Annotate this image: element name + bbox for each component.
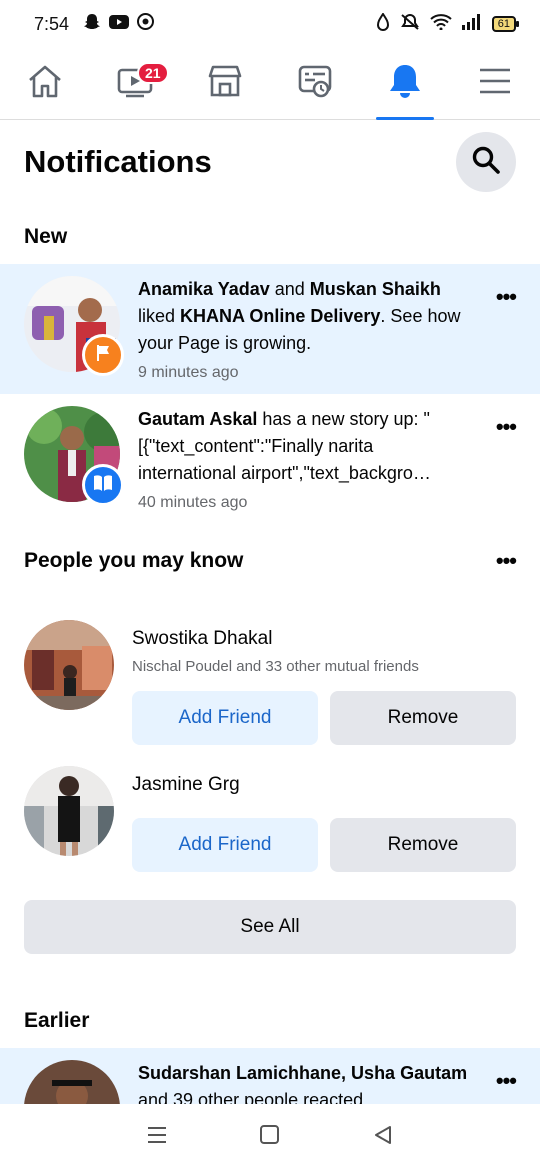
notification-item[interactable]: Gautam Askal has a new story up: "[{"tex… xyxy=(0,394,540,524)
notification-item[interactable]: Anamika Yadav and Muskan Shaikh liked KH… xyxy=(0,264,540,394)
avatar[interactable] xyxy=(24,620,114,710)
recent-apps-icon[interactable] xyxy=(146,1125,168,1150)
page-header: Notifications xyxy=(0,122,540,202)
notification-avatar-wrap xyxy=(24,276,124,376)
back-icon[interactable] xyxy=(372,1124,394,1151)
see-all-button[interactable]: See All xyxy=(24,900,516,954)
tab-notifications[interactable] xyxy=(360,48,450,120)
tab-home[interactable] xyxy=(0,48,90,119)
chrome-icon xyxy=(137,13,155,35)
notification-time: 40 minutes ago xyxy=(138,494,248,511)
add-friend-button[interactable]: Add Friend xyxy=(132,691,318,745)
suggestion-info: Swostika Dhakal Nischal Poudel and 33 ot… xyxy=(132,620,516,745)
flag-badge xyxy=(82,334,124,376)
mutual-friends: Nischal Poudel and 33 other mutual frien… xyxy=(132,658,419,675)
avatar xyxy=(24,1060,120,1104)
search-button[interactable] xyxy=(456,132,516,192)
flag-icon xyxy=(93,343,113,368)
section-title-new: New xyxy=(24,225,68,248)
menu-icon xyxy=(475,61,515,106)
top-nav: 21 xyxy=(0,48,540,120)
suggestion-actions: Add Friend Remove xyxy=(132,818,516,872)
status-bar: 7:54 61 xyxy=(0,0,540,48)
add-friend-button[interactable]: Add Friend xyxy=(132,818,318,872)
more-options-icon[interactable]: ••• xyxy=(496,414,517,440)
feeds-icon xyxy=(295,61,335,106)
story-badge xyxy=(82,464,124,506)
data-saver-icon xyxy=(376,11,390,36)
system-nav-bar xyxy=(0,1104,540,1170)
youtube-icon xyxy=(109,14,130,35)
notification-text: Anamika Yadav and Muskan Shaikh liked KH… xyxy=(138,276,468,382)
mute-icon xyxy=(400,13,420,36)
friend-suggestion: Swostika Dhakal Nischal Poudel and 33 ot… xyxy=(24,620,516,745)
tab-feeds[interactable] xyxy=(270,48,360,119)
more-options-icon[interactable]: ••• xyxy=(496,284,517,310)
suggestion-name[interactable]: Swostika Dhakal xyxy=(132,628,516,650)
snapchat-icon xyxy=(83,13,101,36)
notification-item[interactable]: Sudarshan Lamichhane, Usha Gautam and 39… xyxy=(0,1048,540,1104)
section-title-pymk: People you may know xyxy=(24,549,244,572)
friend-suggestion: Jasmine Grg Add Friend Remove xyxy=(24,766,516,872)
notification-time: 9 minutes ago xyxy=(138,364,239,381)
wifi-icon xyxy=(430,13,452,35)
home-nav-icon[interactable] xyxy=(259,1124,281,1151)
battery-icon: 61 xyxy=(491,16,520,32)
notification-message: Anamika Yadav and Muskan Shaikh liked KH… xyxy=(138,279,461,353)
page-title: Notifications xyxy=(24,144,212,179)
marketplace-icon xyxy=(205,61,245,106)
suggestion-actions: Add Friend Remove xyxy=(132,691,516,745)
video-badge: 21 xyxy=(137,62,169,84)
remove-button[interactable]: Remove xyxy=(330,818,516,872)
notification-message: Sudarshan Lamichhane, Usha Gautam and 39… xyxy=(138,1063,468,1104)
notification-message: Gautam Askal has a new story up: "[{"tex… xyxy=(138,409,431,483)
remove-button[interactable]: Remove xyxy=(330,691,516,745)
notification-avatar-wrap xyxy=(24,1060,120,1104)
notification-avatar-wrap xyxy=(24,406,124,506)
notification-text: Gautam Askal has a new story up: "[{"tex… xyxy=(138,406,468,512)
suggestion-name[interactable]: Jasmine Grg xyxy=(132,774,516,796)
home-icon xyxy=(25,61,65,106)
tab-menu[interactable] xyxy=(450,48,540,119)
bell-icon xyxy=(385,61,425,106)
pymk-header: People you may know ••• xyxy=(24,548,517,574)
signal-icon xyxy=(461,13,482,35)
tab-marketplace[interactable] xyxy=(180,48,270,119)
status-time: 7:54 xyxy=(34,13,70,34)
avatar[interactable] xyxy=(24,766,114,856)
more-options-icon[interactable]: ••• xyxy=(496,1068,517,1094)
tab-video[interactable]: 21 xyxy=(90,48,180,119)
suggestion-info: Jasmine Grg Add Friend Remove xyxy=(132,766,516,872)
search-icon xyxy=(471,145,501,180)
section-title-earlier: Earlier xyxy=(24,1009,90,1032)
book-icon xyxy=(92,472,114,499)
more-options-icon[interactable]: ••• xyxy=(496,548,517,574)
notification-text: Sudarshan Lamichhane, Usha Gautam and 39… xyxy=(138,1060,468,1104)
